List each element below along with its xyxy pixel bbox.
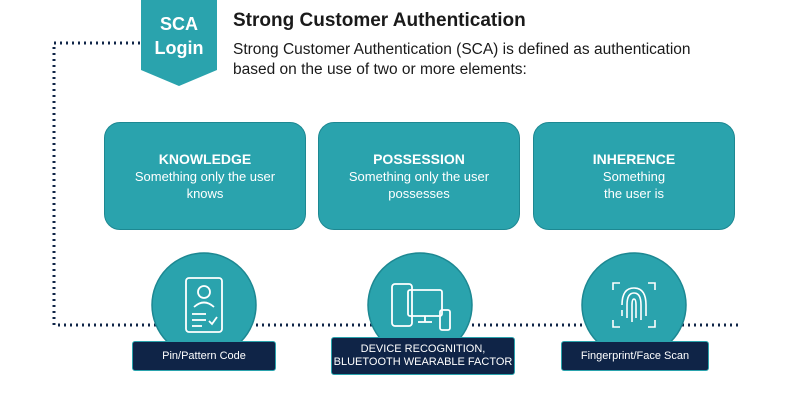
fingerprint-label: Fingerprint/Face Scan <box>561 341 709 371</box>
possession-card: POSSESSION Something only the user posse… <box>318 122 520 230</box>
label-text-line-1: DEVICE RECOGNITION, <box>360 343 486 355</box>
badge-line-2: Login <box>154 38 204 58</box>
card-desc-line-1: Something only the user <box>348 169 490 184</box>
label-text: Pin/Pattern Code <box>162 349 246 362</box>
pin-code-label: Pin/Pattern Code <box>132 341 276 371</box>
inherence-card: INHERENCE Something the user is <box>533 122 735 230</box>
card-desc-line-1: Something only the user <box>134 169 276 184</box>
page-title: Strong Customer Authentication <box>233 10 526 31</box>
card-desc-line-2: the user is <box>604 186 664 201</box>
card-desc-line-2: possesses <box>388 186 450 201</box>
label-text-line-2: BLUETOOTH WEARABLE FACTOR <box>333 356 513 368</box>
card-desc-line-2: knows <box>186 186 224 201</box>
card-desc-line-1: Something <box>602 169 666 184</box>
sca-login-label: SCA Login <box>141 12 217 60</box>
label-text: Fingerprint/Face Scan <box>580 349 690 362</box>
card-title: POSSESSION <box>373 151 465 167</box>
badge-line-1: SCA <box>159 14 198 34</box>
device-recognition-label: DEVICE RECOGNITION, BLUETOOTH WEARABLE F… <box>331 337 515 375</box>
knowledge-card: KNOWLEDGE Something only the user knows <box>104 122 306 230</box>
card-title: INHERENCE <box>592 151 676 167</box>
card-title: KNOWLEDGE <box>158 151 252 167</box>
page-description: Strong Customer Authentication (SCA) is … <box>233 41 691 78</box>
